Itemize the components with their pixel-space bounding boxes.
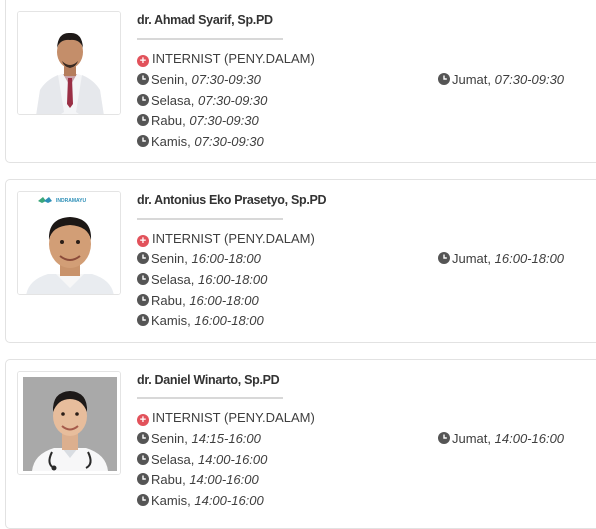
schedule-time: 16:00-18:00	[189, 293, 259, 308]
doctor-portrait-image: INDRAMAYU	[18, 192, 120, 294]
schedule-row: Senin, 16:00-18:00	[137, 251, 261, 266]
schedule-time: 07:30-09:30	[194, 134, 264, 149]
schedule-time: 07:30-09:30	[197, 93, 268, 108]
specialty-label: INTERNIST (PENY.DALAM)	[152, 51, 315, 66]
schedule-row: Senin, 14:15-16:00	[137, 431, 261, 446]
doctor-specialty: + INTERNIST (PENY.DALAM)	[137, 51, 315, 67]
schedule-day: Jumat	[452, 431, 488, 446]
photo-logo-text: INDRAMAYU	[56, 198, 86, 204]
schedule-day: Rabu	[151, 113, 183, 128]
doctor-name[interactable]: dr. Ahmad Syarif, Sp.PD	[137, 13, 273, 27]
schedule-row: Kamis, 14:00-16:00	[137, 493, 264, 508]
schedule-day: Senin	[151, 251, 185, 266]
schedule-row: Selasa, 07:30-09:30	[137, 93, 267, 108]
doctor-specialty: + INTERNIST (PENY.DALAM)	[137, 231, 315, 247]
specialty-label: INTERNIST (PENY.DALAM)	[152, 231, 315, 246]
schedule-time: 16:00-18:00	[494, 251, 565, 266]
clock-icon	[137, 252, 149, 264]
doctor-card: dr. Ahmad Syarif, Sp.PD + INTERNIST (PENY…	[5, 0, 596, 163]
schedule-row: Kamis, 16:00-18:00	[137, 313, 264, 328]
clock-icon	[137, 473, 149, 485]
schedule-day: Kamis	[151, 134, 188, 149]
schedule-time: 14:00-16:00	[197, 452, 268, 467]
schedule-time: 14:00-16:00	[194, 493, 264, 508]
clock-icon	[137, 114, 149, 126]
name-divider	[137, 38, 283, 40]
schedule-day: Selasa	[151, 272, 191, 287]
doctor-photo: INDRAMAYU	[17, 191, 121, 295]
schedule-day: Senin	[151, 431, 185, 446]
doctor-name[interactable]: dr. Antonius Eko Prasetyo, Sp.PD	[137, 193, 327, 207]
schedule-row: Rabu, 07:30-09:30	[137, 113, 259, 128]
plus-circle-icon: +	[137, 414, 149, 426]
schedule-time: 14:00-16:00	[494, 431, 565, 446]
doctor-portrait-image	[18, 372, 120, 474]
schedule-time: 14:15-16:00	[191, 431, 261, 446]
schedule-row: Kamis, 07:30-09:30	[137, 134, 264, 149]
schedule-row: Rabu, 14:00-16:00	[137, 472, 259, 487]
doctor-portrait-image	[18, 12, 120, 114]
doctor-specialty: + INTERNIST (PENY.DALAM)	[137, 410, 315, 426]
clock-icon	[137, 453, 149, 465]
schedule-row: Jumat, 07:30-09:30	[438, 72, 564, 87]
schedule-day: Kamis	[151, 313, 188, 328]
clock-icon	[438, 432, 450, 444]
schedule-time: 16:00-18:00	[197, 272, 268, 287]
doctor-card: INDRAMAYU dr. Antonius Eko Prasetyo, Sp.…	[5, 179, 596, 343]
schedule-time: 07:30-09:30	[494, 72, 565, 87]
name-divider	[137, 397, 283, 399]
schedule-day: Senin	[151, 72, 185, 87]
schedule-row: Selasa, 16:00-18:00	[137, 272, 267, 287]
schedule-day: Jumat	[452, 251, 488, 266]
schedule-day: Selasa	[151, 93, 191, 108]
name-divider	[137, 218, 283, 220]
schedule-day: Selasa	[151, 452, 191, 467]
schedule-day: Rabu	[151, 472, 183, 487]
schedule-day: Jumat	[452, 72, 488, 87]
plus-circle-icon: +	[137, 235, 149, 247]
schedule-row: Senin, 07:30-09:30	[137, 72, 261, 87]
clock-icon	[137, 273, 149, 285]
plus-circle-icon: +	[137, 55, 149, 67]
schedule-time: 16:00-18:00	[194, 313, 264, 328]
schedule-day: Rabu	[151, 293, 183, 308]
clock-icon	[137, 135, 149, 147]
doctor-photo	[17, 11, 121, 115]
clock-icon	[137, 432, 149, 444]
schedule-time: 16:00-18:00	[191, 251, 261, 266]
clock-icon	[137, 94, 149, 106]
clock-icon	[438, 252, 450, 264]
specialty-label: INTERNIST (PENY.DALAM)	[152, 410, 315, 425]
schedule-time: 14:00-16:00	[189, 472, 259, 487]
schedule-row: Jumat, 14:00-16:00	[438, 431, 564, 446]
schedule-row: Jumat, 16:00-18:00	[438, 251, 564, 266]
schedule-time: 07:30-09:30	[189, 113, 259, 128]
doctor-name[interactable]: dr. Daniel Winarto, Sp.PD	[137, 373, 280, 387]
schedule-day: Kamis	[151, 493, 188, 508]
doctor-photo	[17, 371, 121, 475]
doctor-card: dr. Daniel Winarto, Sp.PD + INTERNIST (PE…	[5, 359, 596, 529]
clock-icon	[137, 73, 149, 85]
clock-icon	[438, 73, 450, 85]
clock-icon	[137, 314, 149, 326]
clock-icon	[137, 494, 149, 506]
schedule-row: Selasa, 14:00-16:00	[137, 452, 267, 467]
schedule-row: Rabu, 16:00-18:00	[137, 293, 259, 308]
clock-icon	[137, 294, 149, 306]
schedule-time: 07:30-09:30	[191, 72, 261, 87]
